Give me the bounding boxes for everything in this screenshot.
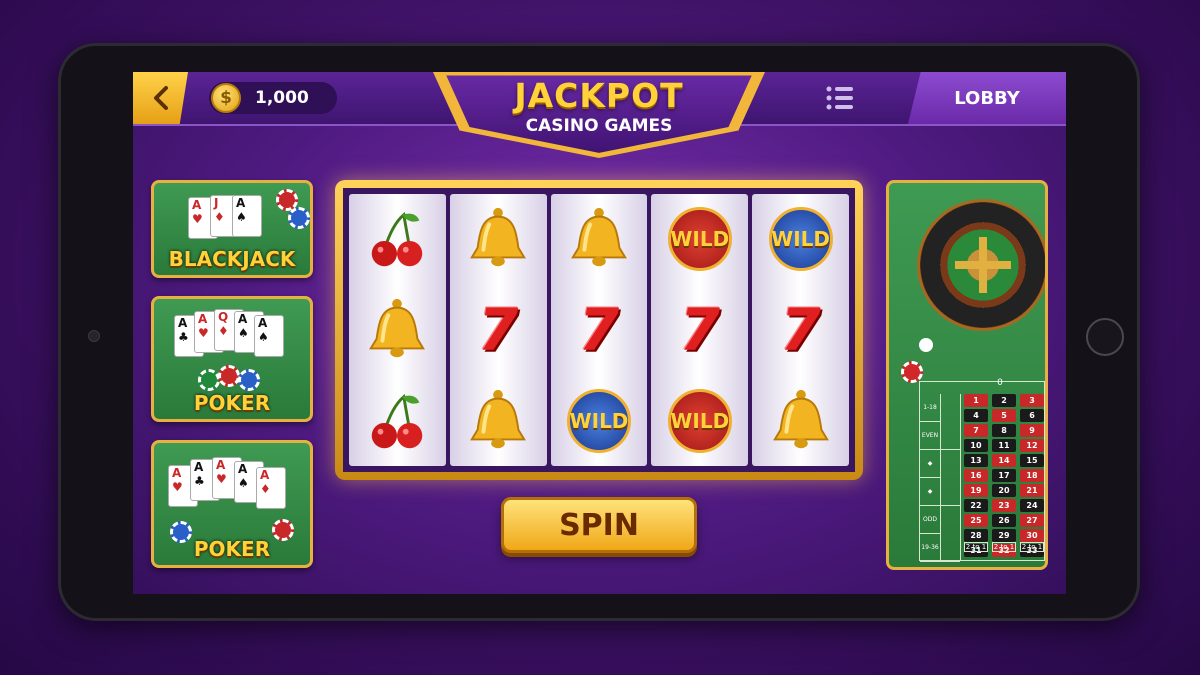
back-button[interactable]	[133, 72, 188, 124]
roulette-number[interactable]: 11	[992, 439, 1016, 452]
roulette-side-bet[interactable]: 19-36	[920, 534, 940, 562]
bell-icon	[764, 384, 838, 458]
game-label: BLACKJACK	[168, 247, 296, 271]
bell-icon	[461, 202, 535, 276]
slot-machine: 7 7 WILD WILD 7 WILD WILD 7	[335, 180, 863, 480]
roulette-number[interactable]: 18	[1020, 469, 1044, 482]
roulette-side-bet[interactable]: ◆	[920, 478, 940, 506]
roulette-number[interactable]: 13	[964, 454, 988, 467]
roulette-number[interactable]: 26	[992, 514, 1016, 527]
roulette-number[interactable]: 15	[1020, 454, 1044, 467]
chip-icon	[198, 369, 220, 391]
roulette-number[interactable]: 3	[1020, 394, 1044, 407]
card-icon: A ♦	[256, 467, 286, 509]
roulette-number[interactable]: 7	[964, 424, 988, 437]
roulette-number[interactable]: 2	[992, 394, 1016, 407]
game-tile-roulette[interactable]: 0 1-18 EVEN ◆ ◆ ODD 19-36 1 2 3 4 5 6 7 8 9 10 11 12 13 14…	[886, 180, 1048, 570]
roulette-column-bet[interactable]: 2 to 1	[1020, 542, 1044, 552]
bell-icon	[360, 293, 434, 367]
reel-2: 7	[449, 194, 547, 466]
chevron-left-icon	[153, 86, 168, 110]
roulette-number[interactable]: 9	[1020, 424, 1044, 437]
roulette-side-bet[interactable]: ◆	[920, 450, 940, 478]
roulette-number[interactable]: 8	[992, 424, 1016, 437]
roulette-side-bets: 1-18 EVEN ◆ ◆ ODD 19-36	[920, 394, 941, 562]
roulette-column-bet[interactable]: 2 to 1	[964, 542, 988, 552]
menu-icon[interactable]	[825, 84, 855, 112]
wild-icon: WILD	[663, 202, 737, 276]
roulette-side-bet[interactable]: 1-18	[920, 394, 940, 422]
page-subtitle: CASINO GAMES	[525, 116, 673, 136]
seven-icon: 7	[478, 295, 519, 364]
coin-balance: $ 1,000	[209, 82, 337, 114]
card-icon: A ♠	[254, 315, 284, 357]
roulette-number-grid: 1 2 3 4 5 6 7 8 9 10 11 12 13 14 15 16 17 18 19 20 21 22 23 24 2…	[964, 394, 1044, 557]
roulette-number[interactable]: 21	[1020, 484, 1044, 497]
bell-icon	[562, 202, 636, 276]
roulette-number[interactable]: 22	[964, 499, 988, 512]
wild-icon: WILD	[764, 202, 838, 276]
wild-icon: WILD	[663, 384, 737, 458]
cherry-icon	[360, 384, 434, 458]
game-tile-poker[interactable]: A ♣ A ♥ Q ♦ A ♠ A ♠ POKER	[151, 296, 313, 422]
page-title: JACKPOT	[514, 76, 684, 115]
roulette-side-bet[interactable]: EVEN	[920, 422, 940, 450]
roulette-number[interactable]: 4	[964, 409, 988, 422]
roulette-wheel-icon	[917, 199, 1045, 331]
game-screen: $ 1,000 LOBBY JACKPOT CASINO GAMES A ♥ J ♦…	[133, 72, 1066, 594]
roulette-side-bet[interactable]: ODD	[920, 506, 940, 534]
roulette-number[interactable]: 10	[964, 439, 988, 452]
roulette-number[interactable]: 19	[964, 484, 988, 497]
roulette-side-bets-2	[940, 394, 961, 562]
roulette-number[interactable]: 30	[1020, 529, 1044, 542]
seven-icon: 7	[578, 295, 620, 364]
chip-icon	[288, 207, 310, 229]
roulette-number[interactable]: 29	[992, 529, 1016, 542]
roulette-number[interactable]: 27	[1020, 514, 1044, 527]
roulette-number[interactable]: 25	[964, 514, 988, 527]
coin-amount: 1,000	[255, 88, 309, 108]
reel-3: 7 WILD	[550, 194, 648, 466]
roulette-number[interactable]: 28	[964, 529, 988, 542]
seven-icon: 7	[780, 295, 821, 364]
cherry-icon	[360, 202, 434, 276]
roulette-number[interactable]: 17	[992, 469, 1016, 482]
roulette-column-bet[interactable]: 2 to 1	[992, 542, 1016, 552]
home-button[interactable]	[1086, 318, 1124, 356]
chip-icon	[218, 365, 240, 387]
reel-5: WILD 7	[752, 194, 849, 466]
game-tile-blackjack[interactable]: A ♥ J ♦ A ♠ BLACKJACK	[151, 180, 313, 278]
chip-icon	[238, 369, 260, 391]
roulette-number[interactable]: 23	[992, 499, 1016, 512]
roulette-table: 0 1-18 EVEN ◆ ◆ ODD 19-36 1 2 3 4 5 6 7 8 9 10 11 12 13 14…	[919, 378, 1045, 562]
roulette-dozens: 2 to 1 2 to 1 2 to 1	[964, 542, 1044, 552]
reel-4: WILD 7 WILD	[651, 194, 749, 466]
game-tile-poker-2[interactable]: A ♥ A ♣ A ♥ A ♠ A ♦ POKER	[151, 440, 313, 568]
slot-reels: 7 7 WILD WILD 7 WILD WILD 7	[343, 188, 855, 472]
roulette-number[interactable]: 16	[964, 469, 988, 482]
game-label: POKER	[193, 537, 271, 561]
camera-icon	[88, 330, 100, 342]
title-banner: JACKPOT CASINO GAMES	[433, 72, 765, 158]
chip-icon	[901, 361, 923, 383]
roulette-number[interactable]: 20	[992, 484, 1016, 497]
roulette-number[interactable]: 1	[964, 394, 988, 407]
wild-icon: WILD	[562, 384, 636, 458]
coin-icon: $	[211, 83, 241, 113]
roulette-number[interactable]: 5	[992, 409, 1016, 422]
spin-button[interactable]: SPIN	[501, 497, 697, 553]
roulette-zero: 0	[997, 378, 1003, 388]
roulette-number[interactable]: 24	[1020, 499, 1044, 512]
card-icon: A ♠	[232, 195, 262, 237]
lobby-button[interactable]: LOBBY	[908, 72, 1066, 124]
roulette-number[interactable]: 14	[992, 454, 1016, 467]
roulette-number[interactable]: 6	[1020, 409, 1044, 422]
seven-icon: 7	[679, 295, 720, 364]
roulette-number[interactable]: 12	[1020, 439, 1044, 452]
game-label: POKER	[193, 391, 271, 415]
reel-1	[349, 194, 446, 466]
roulette-ball-icon	[919, 338, 933, 352]
bell-icon	[461, 384, 535, 458]
